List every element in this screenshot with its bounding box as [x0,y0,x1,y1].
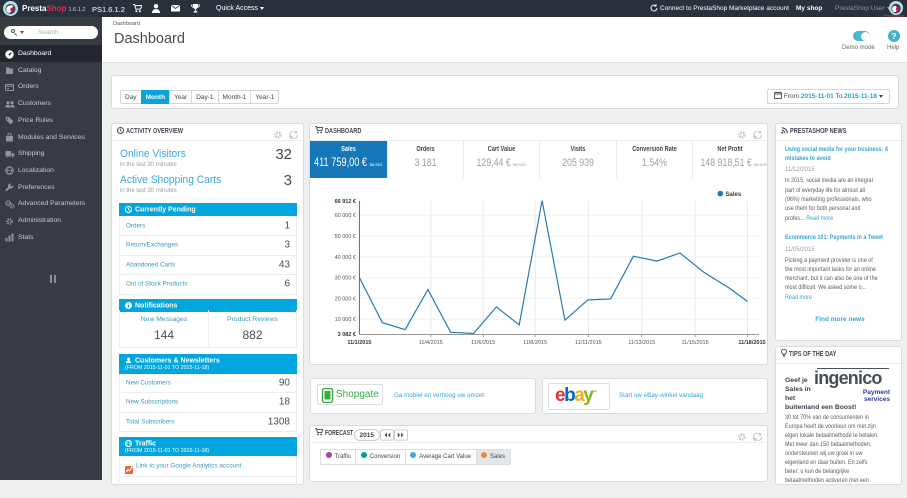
svg-text:11/4/2015: 11/4/2015 [419,340,443,346]
svg-text:11/1/2015: 11/1/2015 [347,340,371,346]
svg-text:Sales: Sales [726,192,742,198]
svg-text:66 912 €: 66 912 € [335,199,356,205]
svg-text:10 000 €: 10 000 € [335,317,356,323]
svg-text:11/13/2015: 11/13/2015 [628,340,655,346]
svg-text:20 000 €: 20 000 € [335,296,356,302]
svg-text:60 000 €: 60 000 € [335,213,356,219]
svg-text:3 082 €: 3 082 € [338,332,356,338]
svg-text:11/8/2015: 11/8/2015 [523,340,547,346]
svg-text:11/15/2015: 11/15/2015 [682,340,709,346]
svg-text:40 000 €: 40 000 € [335,255,356,261]
svg-text:11/6/2015: 11/6/2015 [471,340,495,346]
svg-text:30 000 €: 30 000 € [335,276,356,282]
svg-text:50 000 €: 50 000 € [335,234,356,240]
svg-text:11/11/2015: 11/11/2015 [575,340,602,346]
svg-text:11/18/2015: 11/18/2015 [738,340,765,346]
